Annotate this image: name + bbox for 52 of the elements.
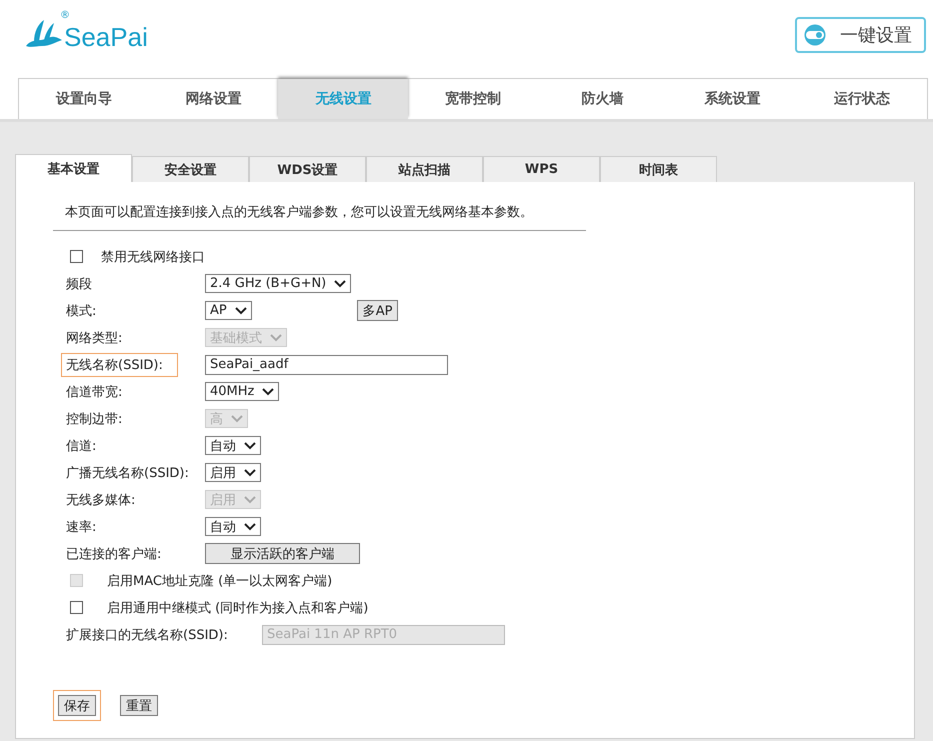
chevron-icon (244, 496, 256, 504)
field-label: 扩展接口的无线名称(SSID): (66, 626, 229, 644)
dropdown[interactable]: AP (205, 301, 252, 320)
chevron-icon (334, 280, 346, 288)
field-label: 频段 (66, 276, 93, 292)
dropdown[interactable]: 自动 (205, 436, 261, 455)
text-field[interactable]: SeaPai_aadf (205, 354, 448, 374)
checkbox-label: 启用MAC地址克隆 (单一以太网客户端) (107, 572, 332, 590)
checkbox[interactable] (70, 250, 83, 263)
chevron-icon (262, 388, 274, 396)
nav-tab[interactable]: 设置向导 (19, 79, 149, 119)
dropdown[interactable]: 40MHz (205, 382, 280, 401)
logo-text: SeaPai (64, 22, 148, 52)
field-label: 信道: (66, 438, 98, 454)
chevron-icon (244, 522, 256, 530)
dropdown[interactable]: 2.4 GHz (B+G+N) (205, 274, 352, 293)
field-label: 已连接的客户端: (66, 546, 162, 562)
checkbox-label: 禁用无线网络接口 (101, 248, 205, 266)
field-label: 速率: (66, 518, 98, 536)
sub-tab[interactable]: 时间表 (600, 156, 717, 182)
nav-tab[interactable]: 防火墙 (538, 79, 668, 119)
field-label: 控制边带: (66, 410, 124, 428)
checkbox[interactable] (70, 601, 83, 614)
field-label: 网络类型: (66, 330, 124, 346)
field-label: 无线多媒体: (66, 492, 136, 508)
field-label: 广播无线名称(SSID): (66, 464, 190, 482)
chevron-icon (244, 442, 256, 450)
multi-ap-button[interactable]: 多AP (356, 300, 398, 321)
nav-tab[interactable]: 宽带控制 (408, 79, 538, 119)
nav-tab[interactable]: 系统设置 (668, 79, 798, 119)
description-text: 本页面可以配置连接到接入点的无线客户端参数，您可以设置无线网络基本参数。 (53, 182, 586, 231)
checkbox-label: 启用通用中继模式 (同时作为接入点和客户端) (107, 600, 368, 616)
chevron-icon (234, 306, 247, 314)
field-label: 模式: (66, 302, 98, 320)
chevron-icon (270, 334, 282, 342)
sub-tab[interactable]: 站点扫描 (366, 156, 483, 182)
form-button[interactable]: 保存 (53, 690, 101, 721)
chevron-icon (231, 414, 243, 422)
sub-tab[interactable]: WPS (483, 156, 600, 182)
dropdown[interactable]: 自动 (205, 517, 261, 536)
field-label: 无线名称(SSID): (61, 352, 178, 376)
nav-tab[interactable]: 运行状态 (797, 79, 928, 119)
sub-tab[interactable]: WDS设置 (249, 156, 366, 182)
quick-setup-button[interactable]: 一键设置 (795, 17, 926, 53)
nav-tab[interactable]: 网络设置 (148, 79, 278, 119)
field-label: 信道带宽: (66, 384, 124, 400)
show-clients-button[interactable]: 显示活跃的客户端 (205, 543, 360, 564)
dropdown[interactable]: 启用 (205, 463, 261, 482)
sub-tab[interactable]: 基本设置 (15, 154, 132, 182)
sub-tab[interactable]: 安全设置 (132, 156, 249, 182)
registered-mark: ® (60, 10, 70, 21)
chevron-icon (244, 468, 256, 476)
